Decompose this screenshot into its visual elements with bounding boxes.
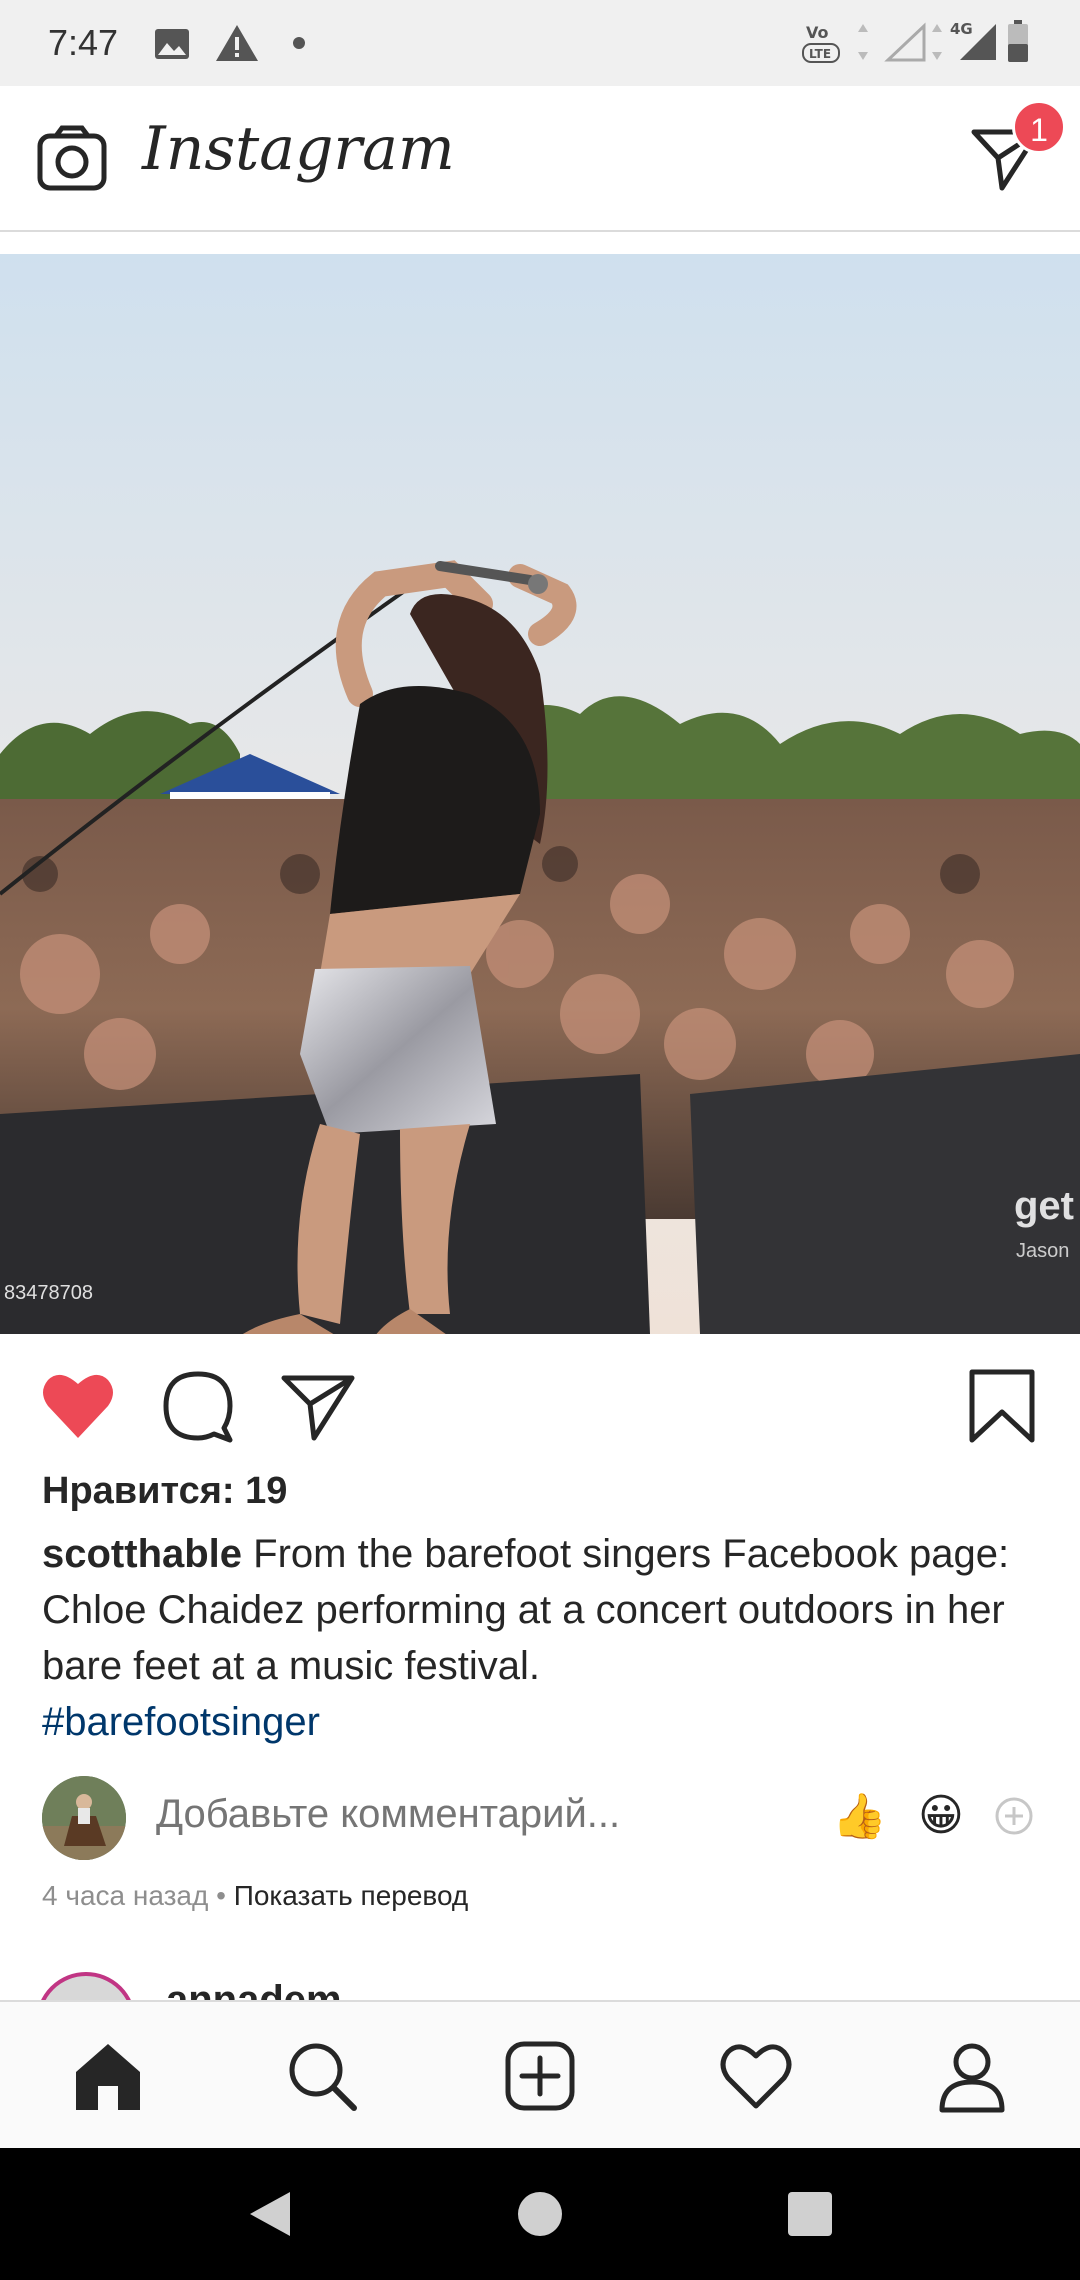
dm-badge: 1 [1012, 100, 1066, 154]
svg-text:Vo: Vo [806, 23, 829, 42]
recents-icon[interactable] [784, 2188, 836, 2240]
quick-emoji-grin[interactable]: 😀 [918, 1790, 964, 1841]
camera-icon[interactable] [34, 122, 110, 198]
status-bar: 7:47 Vo LTE 4G [0, 0, 1080, 86]
caption-username[interactable]: scotthable [42, 1532, 242, 1576]
activity-heart-icon[interactable] [718, 2038, 794, 2114]
profile-icon[interactable] [934, 2038, 1010, 2114]
signal-icon [884, 22, 926, 62]
home-button-icon[interactable] [514, 2188, 566, 2240]
likes-count[interactable]: Нравится: 19 [42, 1470, 287, 1513]
watermark-brand: get [1014, 1184, 1074, 1228]
warning-icon [216, 25, 258, 61]
add-emoji-icon[interactable] [994, 1796, 1034, 1836]
4g-signal-icon: 4G [950, 20, 996, 60]
concert-photo [0, 254, 1080, 1334]
post-time: 4 часа назад [42, 1880, 209, 1911]
data-arrows-icon [858, 24, 868, 60]
search-icon[interactable] [284, 2038, 360, 2114]
svg-text:LTE: LTE [809, 47, 831, 61]
bookmark-icon[interactable] [962, 1366, 1042, 1446]
app-header: Instagram 1 [0, 86, 1080, 232]
post-image[interactable]: 83478708 get Jason [0, 254, 1080, 1334]
svg-text:4G: 4G [950, 20, 973, 38]
instagram-logo: Instagram [142, 114, 455, 184]
system-navigation-bar [0, 2148, 1080, 2280]
show-translation-link[interactable]: Показать перевод [234, 1880, 469, 1911]
bottom-nav [0, 2000, 1080, 2148]
caption-hashtag[interactable]: #barefootsinger [42, 1694, 1052, 1750]
status-time: 7:47 [48, 22, 119, 63]
post-actions [0, 1334, 1080, 1464]
comment-icon[interactable] [158, 1366, 238, 1446]
post-caption: scotthable From the barefoot singers Fac… [42, 1526, 1052, 1750]
add-comment-row: 👍 😀 [0, 1772, 1080, 1868]
avatar-image [42, 1776, 126, 1860]
home-icon[interactable] [70, 2038, 146, 2114]
volte-icon: Vo LTE [802, 23, 840, 63]
like-heart-icon[interactable] [38, 1366, 118, 1446]
battery-icon [1008, 20, 1028, 62]
new-post-icon[interactable] [502, 2038, 578, 2114]
post-meta: 4 часа назад • Показать перевод [42, 1880, 468, 1912]
meta-separator: • [208, 1880, 234, 1911]
back-icon[interactable] [244, 2188, 296, 2240]
quick-emoji-thumbs-up[interactable]: 👍 [832, 1790, 887, 1842]
data-arrows-2-icon [932, 24, 942, 60]
dot-icon [293, 37, 305, 49]
avatar[interactable] [42, 1776, 126, 1860]
watermark-sub: Jason [1016, 1240, 1070, 1262]
gallery-icon [155, 29, 189, 59]
share-icon[interactable] [278, 1366, 358, 1446]
watermark-id: 83478708 [4, 1282, 93, 1304]
comment-input[interactable] [156, 1792, 796, 1837]
